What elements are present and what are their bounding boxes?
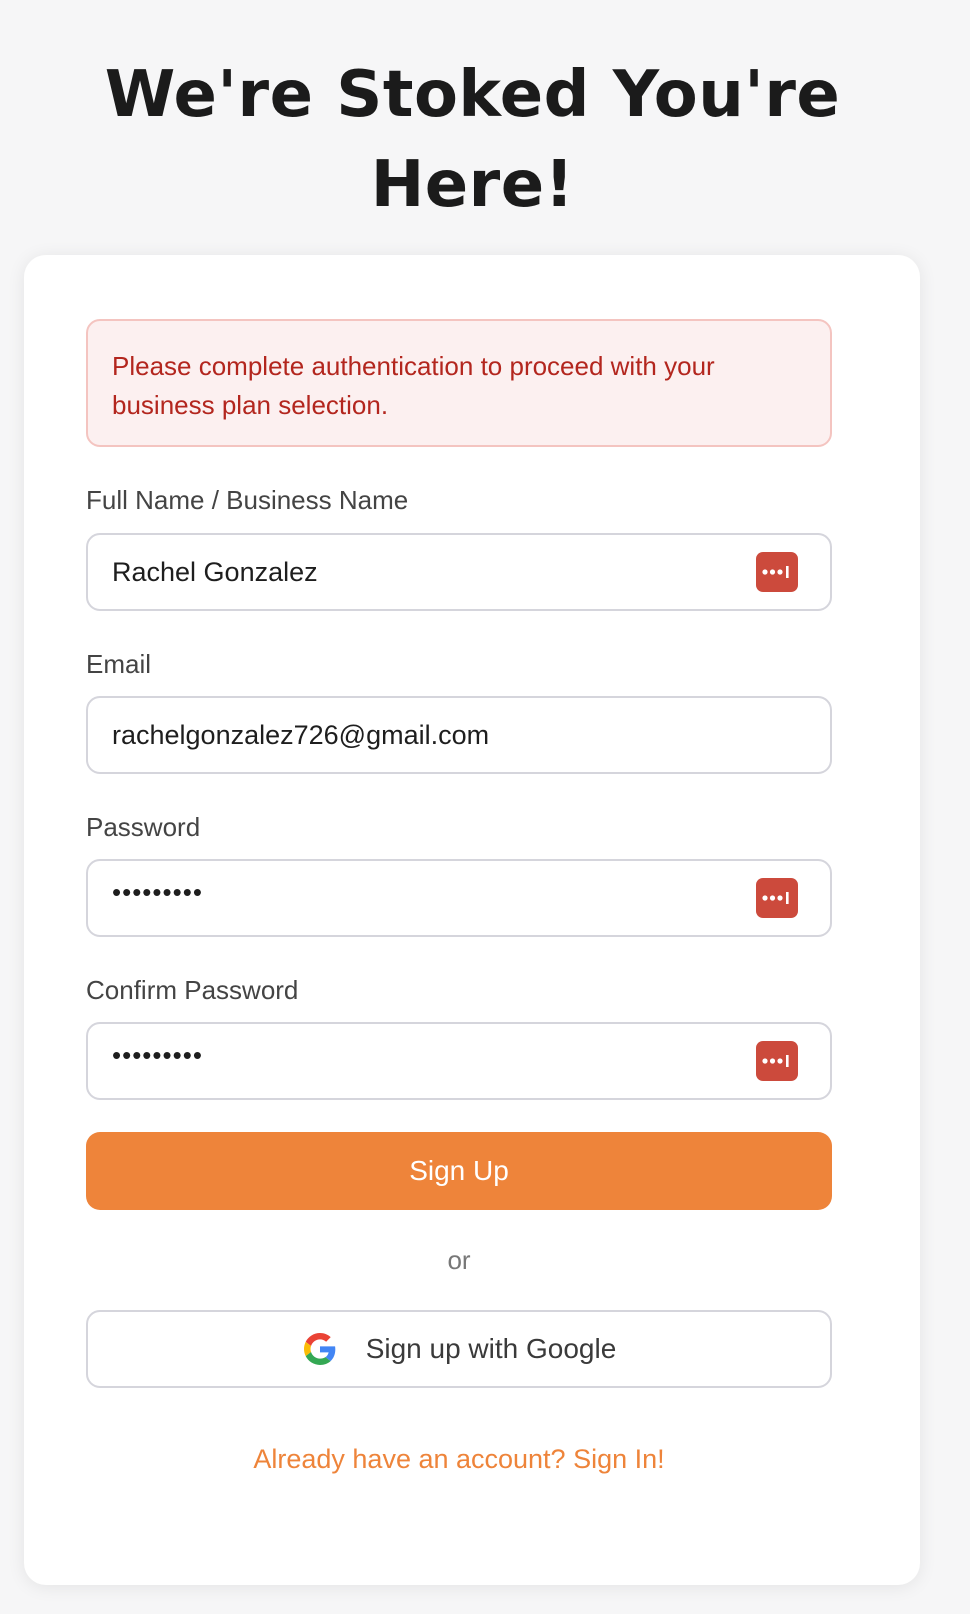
password-manager-icon[interactable] <box>756 1041 798 1081</box>
or-divider: or <box>447 1245 471 1275</box>
google-signup-label: Sign up with Google <box>365 1333 617 1364</box>
confirm-password-field[interactable]: ••••••••• <box>86 1022 832 1100</box>
signup-card: Please complete authentication to procee… <box>24 255 920 1585</box>
google-signup-button[interactable]: Sign up with Google <box>86 1310 832 1388</box>
page-title: We're Stoked You're Here! <box>104 58 841 222</box>
sign-in-link[interactable]: Already have an account? Sign In! <box>86 1439 832 1479</box>
full-name-field[interactable]: Rachel Gonzalez <box>86 533 832 611</box>
full-name-input[interactable]: Rachel Gonzalez <box>112 535 732 609</box>
email-field[interactable]: rachelgonzalez726@gmail.com <box>86 696 832 774</box>
full-name-label: Full Name / Business Name <box>86 485 409 515</box>
email-label: Email <box>86 649 152 679</box>
google-icon <box>303 1333 336 1365</box>
password-input[interactable]: ••••••••• <box>112 861 732 935</box>
sign-up-button[interactable]: Sign Up <box>86 1132 832 1210</box>
email-input[interactable]: rachelgonzalez726@gmail.com <box>112 698 732 772</box>
password-manager-icon[interactable] <box>756 878 798 918</box>
password-manager-icon[interactable] <box>756 552 798 592</box>
confirm-password-input[interactable]: ••••••••• <box>112 1024 732 1098</box>
confirm-password-label: Confirm Password <box>86 975 299 1005</box>
password-field[interactable]: ••••••••• <box>86 859 832 937</box>
auth-alert: Please complete authentication to procee… <box>86 319 832 447</box>
password-label: Password <box>86 812 201 842</box>
